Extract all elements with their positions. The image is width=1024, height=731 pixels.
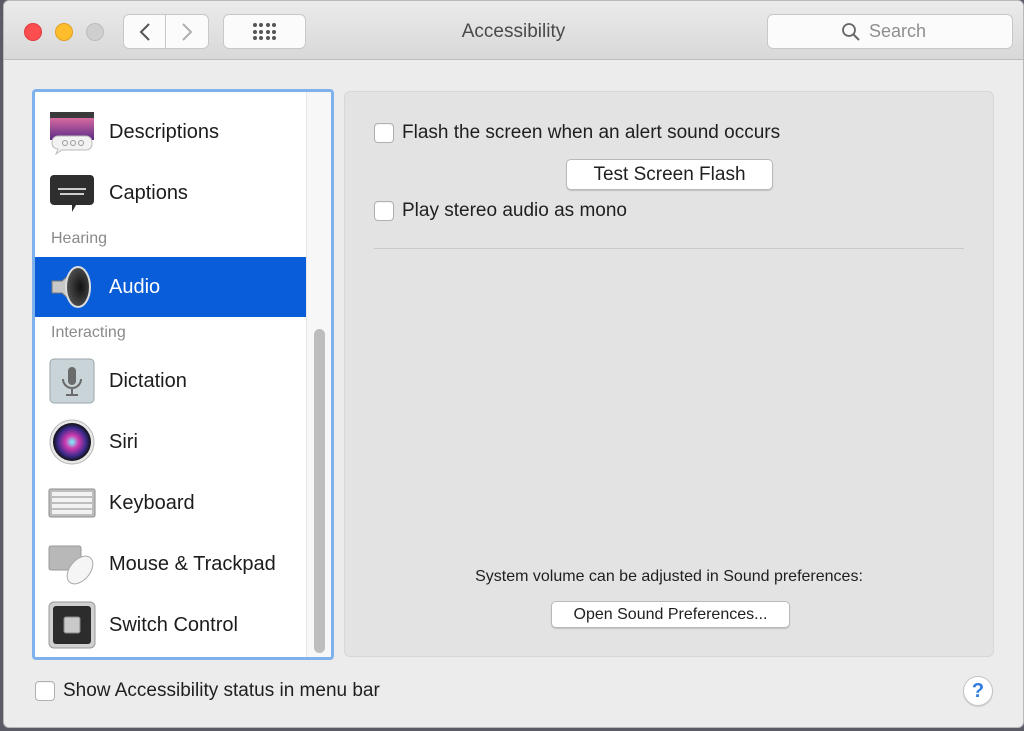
category-list[interactable]: Descriptions Captions Hearing Audio Inte… xyxy=(32,89,334,660)
sidebar-item-label: Siri xyxy=(109,430,138,453)
sidebar-item-keyboard[interactable]: Keyboard xyxy=(35,473,307,533)
siri-icon xyxy=(48,418,96,466)
flash-screen-option[interactable]: Flash the screen when an alert sound occ… xyxy=(374,122,780,144)
sidebar-item-audio[interactable]: Audio xyxy=(35,257,307,317)
sidebar-item-captions[interactable]: Captions xyxy=(35,163,307,223)
sidebar-item-switch-control[interactable]: Switch Control xyxy=(35,595,307,655)
flash-screen-label: Flash the screen when an alert sound occ… xyxy=(402,122,781,143)
preferences-window: Accessibility Descriptions xyxy=(3,0,1024,728)
test-screen-flash-button[interactable]: Test Screen Flash xyxy=(566,159,773,190)
divider xyxy=(374,248,964,249)
mono-audio-checkbox[interactable] xyxy=(374,201,394,221)
sidebar-item-label: Mouse & Trackpad xyxy=(109,552,276,575)
scrollbar[interactable] xyxy=(306,92,331,657)
descriptions-icon xyxy=(48,108,96,156)
mouse-trackpad-icon xyxy=(48,540,96,588)
scrollbar-thumb[interactable] xyxy=(314,329,325,653)
help-button[interactable]: ? xyxy=(963,676,993,706)
open-sound-preferences-button[interactable]: Open Sound Preferences... xyxy=(551,601,790,628)
show-status-label: Show Accessibility status in menu bar xyxy=(63,680,380,701)
search-input[interactable] xyxy=(869,21,939,42)
audio-settings-panel: Flash the screen when an alert sound occ… xyxy=(344,91,994,657)
sidebar-item-label: Dictation xyxy=(109,369,187,392)
mono-audio-option[interactable]: Play stereo audio as mono xyxy=(374,200,627,222)
speaker-icon xyxy=(48,263,96,311)
sidebar-item-label: Keyboard xyxy=(109,491,195,514)
search-icon xyxy=(842,22,860,41)
sidebar-item-label: Captions xyxy=(109,181,188,204)
search-field[interactable] xyxy=(767,14,1013,49)
section-header-hearing: Hearing xyxy=(51,230,108,247)
volume-note: System volume can be adjusted in Sound p… xyxy=(475,568,863,585)
sidebar-item-label: Descriptions xyxy=(109,120,220,143)
keyboard-icon xyxy=(48,479,96,527)
title-bar: Accessibility xyxy=(4,1,1023,60)
show-status-checkbox[interactable] xyxy=(35,681,55,701)
mono-audio-label: Play stereo audio as mono xyxy=(402,200,627,221)
question-mark-icon: ? xyxy=(971,679,985,702)
sidebar-item-label: Switch Control xyxy=(109,613,238,636)
sidebar-item-label: Audio xyxy=(109,275,161,298)
sidebar-item-mouse-trackpad[interactable]: Mouse & Trackpad xyxy=(35,534,307,594)
switch-control-icon xyxy=(48,601,96,649)
sidebar-item-dictation[interactable]: Dictation xyxy=(35,351,307,411)
sidebar-item-siri[interactable]: Siri xyxy=(35,412,307,472)
section-header-interacting: Interacting xyxy=(51,324,126,341)
flash-screen-checkbox[interactable] xyxy=(374,123,394,143)
show-status-option[interactable]: Show Accessibility status in menu bar xyxy=(35,680,380,702)
microphone-icon xyxy=(48,357,96,405)
sidebar-item-descriptions[interactable]: Descriptions xyxy=(35,102,307,162)
captions-icon xyxy=(48,169,96,217)
